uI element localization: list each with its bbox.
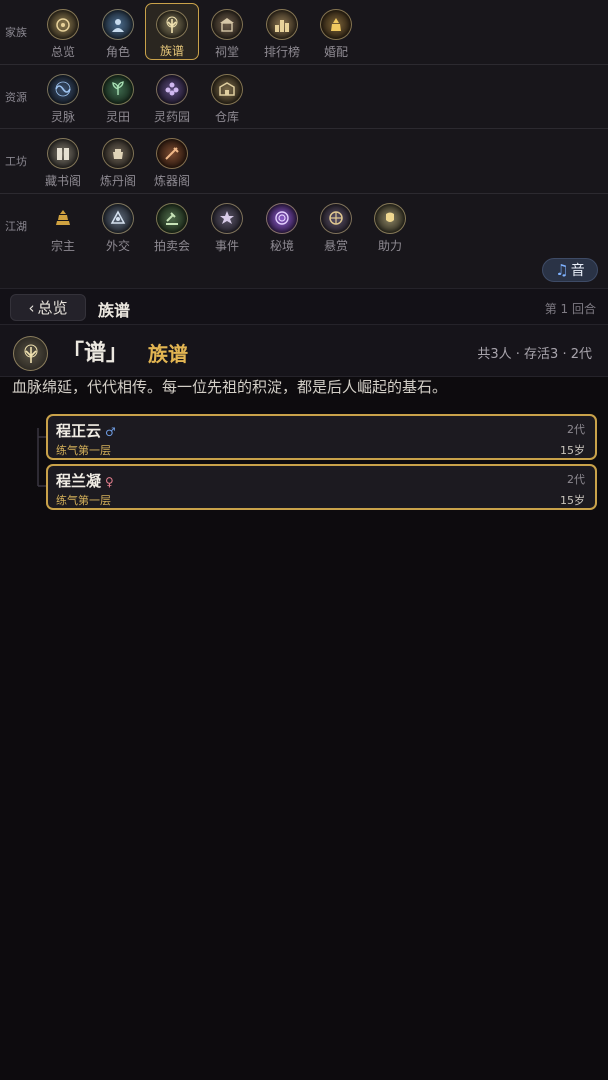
member-age: 15岁 [560,444,585,457]
music-label: 音 [570,263,585,279]
character-medal-icon [102,9,134,40]
member-name-line: 程正云 ♂ [56,420,116,441]
chevron-left-icon: ‹ [28,298,35,317]
alchemy-medal-icon [102,138,134,169]
nav-item-support[interactable]: 助力 [363,197,417,254]
nav-item-auction[interactable]: 拍卖会 [145,197,199,254]
nav-item-event[interactable]: 事件 [200,197,254,254]
sect-master-medal-icon [47,203,79,234]
male-icon: ♂ [105,425,116,439]
auction-medal-icon [156,202,188,234]
nav-item-character[interactable]: 角色 [91,3,145,60]
music-row: ♫ 音 [0,258,608,288]
secret-realm-medal-icon [266,202,298,234]
marriage-medal-icon [320,9,352,40]
nav-label: 事件 [214,238,239,253]
nav-item-ranking[interactable]: 排行榜 [255,3,309,60]
nav-item-family-tree[interactable]: 族谱 [145,3,199,60]
nav-label: 族谱 [159,44,184,58]
nav-item-spirit-vein[interactable]: 灵脉 [36,68,90,125]
nav-item-forge[interactable]: 炼器阁 [145,132,199,189]
nav-row-jianghu: 江湖 宗主 外交 拍卖会 事件 秘境 悬赏 助力 [0,194,608,259]
nav-item-warehouse[interactable]: 仓库 [200,68,254,125]
nav-row-workshop: 工坊 藏书阁 炼丹阁 炼器阁 [0,129,608,194]
back-label: 总览 [37,299,68,317]
row-label: 资源 [5,90,27,104]
nav-label: 炼丹阁 [99,174,136,188]
member-age: 15岁 [560,494,585,507]
nav-label: 秘境 [269,238,294,253]
bounty-medal-icon [320,202,352,234]
member-name: 程正云 [56,422,102,440]
feature-nav: 家族 总览 角色 族谱 祠堂 排行榜 婚配 资源 灵脉 灵田 灵药园 仓库 工坊… [0,0,608,288]
forge-medal-icon [156,138,188,169]
nav-label: 排行榜 [263,45,300,59]
member-realm: 练气第一层 [56,494,111,507]
ranking-medal-icon [266,9,298,40]
member-generation: 2代 [567,423,585,436]
nav-item-alchemy[interactable]: 炼丹阁 [91,132,145,189]
member-generation: 2代 [567,473,585,486]
library-medal-icon [47,138,79,169]
nav-item-sect-master[interactable]: 宗主 [36,197,90,254]
nav-label: 灵脉 [50,109,75,124]
warehouse-medal-icon [211,73,243,105]
section-title-bar: 「谱」 族谱 共3人 · 存活3 · 2代 [0,325,608,377]
overview-medal-icon [47,9,79,40]
nav-label: 灵田 [105,109,130,124]
page-title: 族谱 [98,301,131,320]
support-medal-icon [374,202,406,234]
family-stats: 共3人 · 存活3 · 2代 [477,347,592,362]
spirit-field-medal-icon [102,73,134,105]
nav-label: 炼器阁 [153,174,190,188]
music-note-icon: ♫ [555,261,569,279]
nav-label: 拍卖会 [153,238,190,253]
nav-label: 悬赏 [323,238,348,253]
nav-item-spirit-field[interactable]: 灵田 [91,68,145,125]
nav-label: 灵药园 [153,109,190,124]
female-icon: ♀ [105,475,114,489]
nav-label: 总览 [50,45,75,59]
nav-label: 角色 [105,45,130,59]
nav-label: 仓库 [214,109,239,124]
nav-label: 宗主 [50,238,75,253]
shrine-medal-icon [211,9,243,40]
family-tree-emblem-icon [13,336,48,371]
nav-item-bounty[interactable]: 悬赏 [309,197,363,254]
member-realm: 练气第一层 [56,444,111,457]
member-name-line: 程兰凝 ♀ [56,470,114,491]
member-card[interactable]: 程正云 ♂ 练气第一层 2代 15岁 [46,414,597,460]
page-header: ‹ 总览 族谱 第 1 回合 [0,288,608,325]
nav-label: 助力 [377,238,402,253]
member-name: 程兰凝 [56,472,102,490]
nav-item-marriage[interactable]: 婚配 [309,3,363,60]
nav-item-shrine[interactable]: 祠堂 [200,3,254,60]
nav-item-diplomacy[interactable]: 外交 [91,197,145,254]
row-label: 江湖 [5,219,27,233]
round-indicator: 第 1 回合 [544,302,596,316]
nav-row-family: 家族 总览 角色 族谱 祠堂 排行榜 婚配 [0,0,608,65]
title-glyph: 「谱」 [62,341,129,366]
nav-label: 婚配 [323,45,348,59]
nav-item-library[interactable]: 藏书阁 [36,132,90,189]
spirit-vein-medal-icon [47,73,79,105]
tree-medal-icon [156,10,188,39]
event-medal-icon [211,202,243,234]
diplomacy-medal-icon [102,202,134,234]
nav-label: 外交 [105,238,130,253]
row-label: 工坊 [5,155,27,168]
nav-row-resources: 资源 灵脉 灵田 灵药园 仓库 [0,65,608,129]
nav-item-herb-garden[interactable]: 灵药园 [145,68,199,125]
member-card[interactable]: 程兰凝 ♀ 练气第一层 2代 15岁 [46,464,597,510]
herb-garden-medal-icon [156,73,188,105]
back-to-overview-button[interactable]: ‹ 总览 [10,294,86,321]
section-title: 族谱 [148,342,188,366]
nav-item-secret-realm[interactable]: 秘境 [255,197,309,254]
nav-label: 藏书阁 [44,174,81,188]
music-toggle-button[interactable]: ♫ 音 [542,258,598,282]
intro-text: 血脉绵延，代代相传。每一位先祖的积淀，都是后人崛起的基石。 [12,378,448,396]
nav-label: 祠堂 [214,45,239,59]
row-label: 家族 [5,26,27,39]
nav-item-overview[interactable]: 总览 [36,3,90,60]
